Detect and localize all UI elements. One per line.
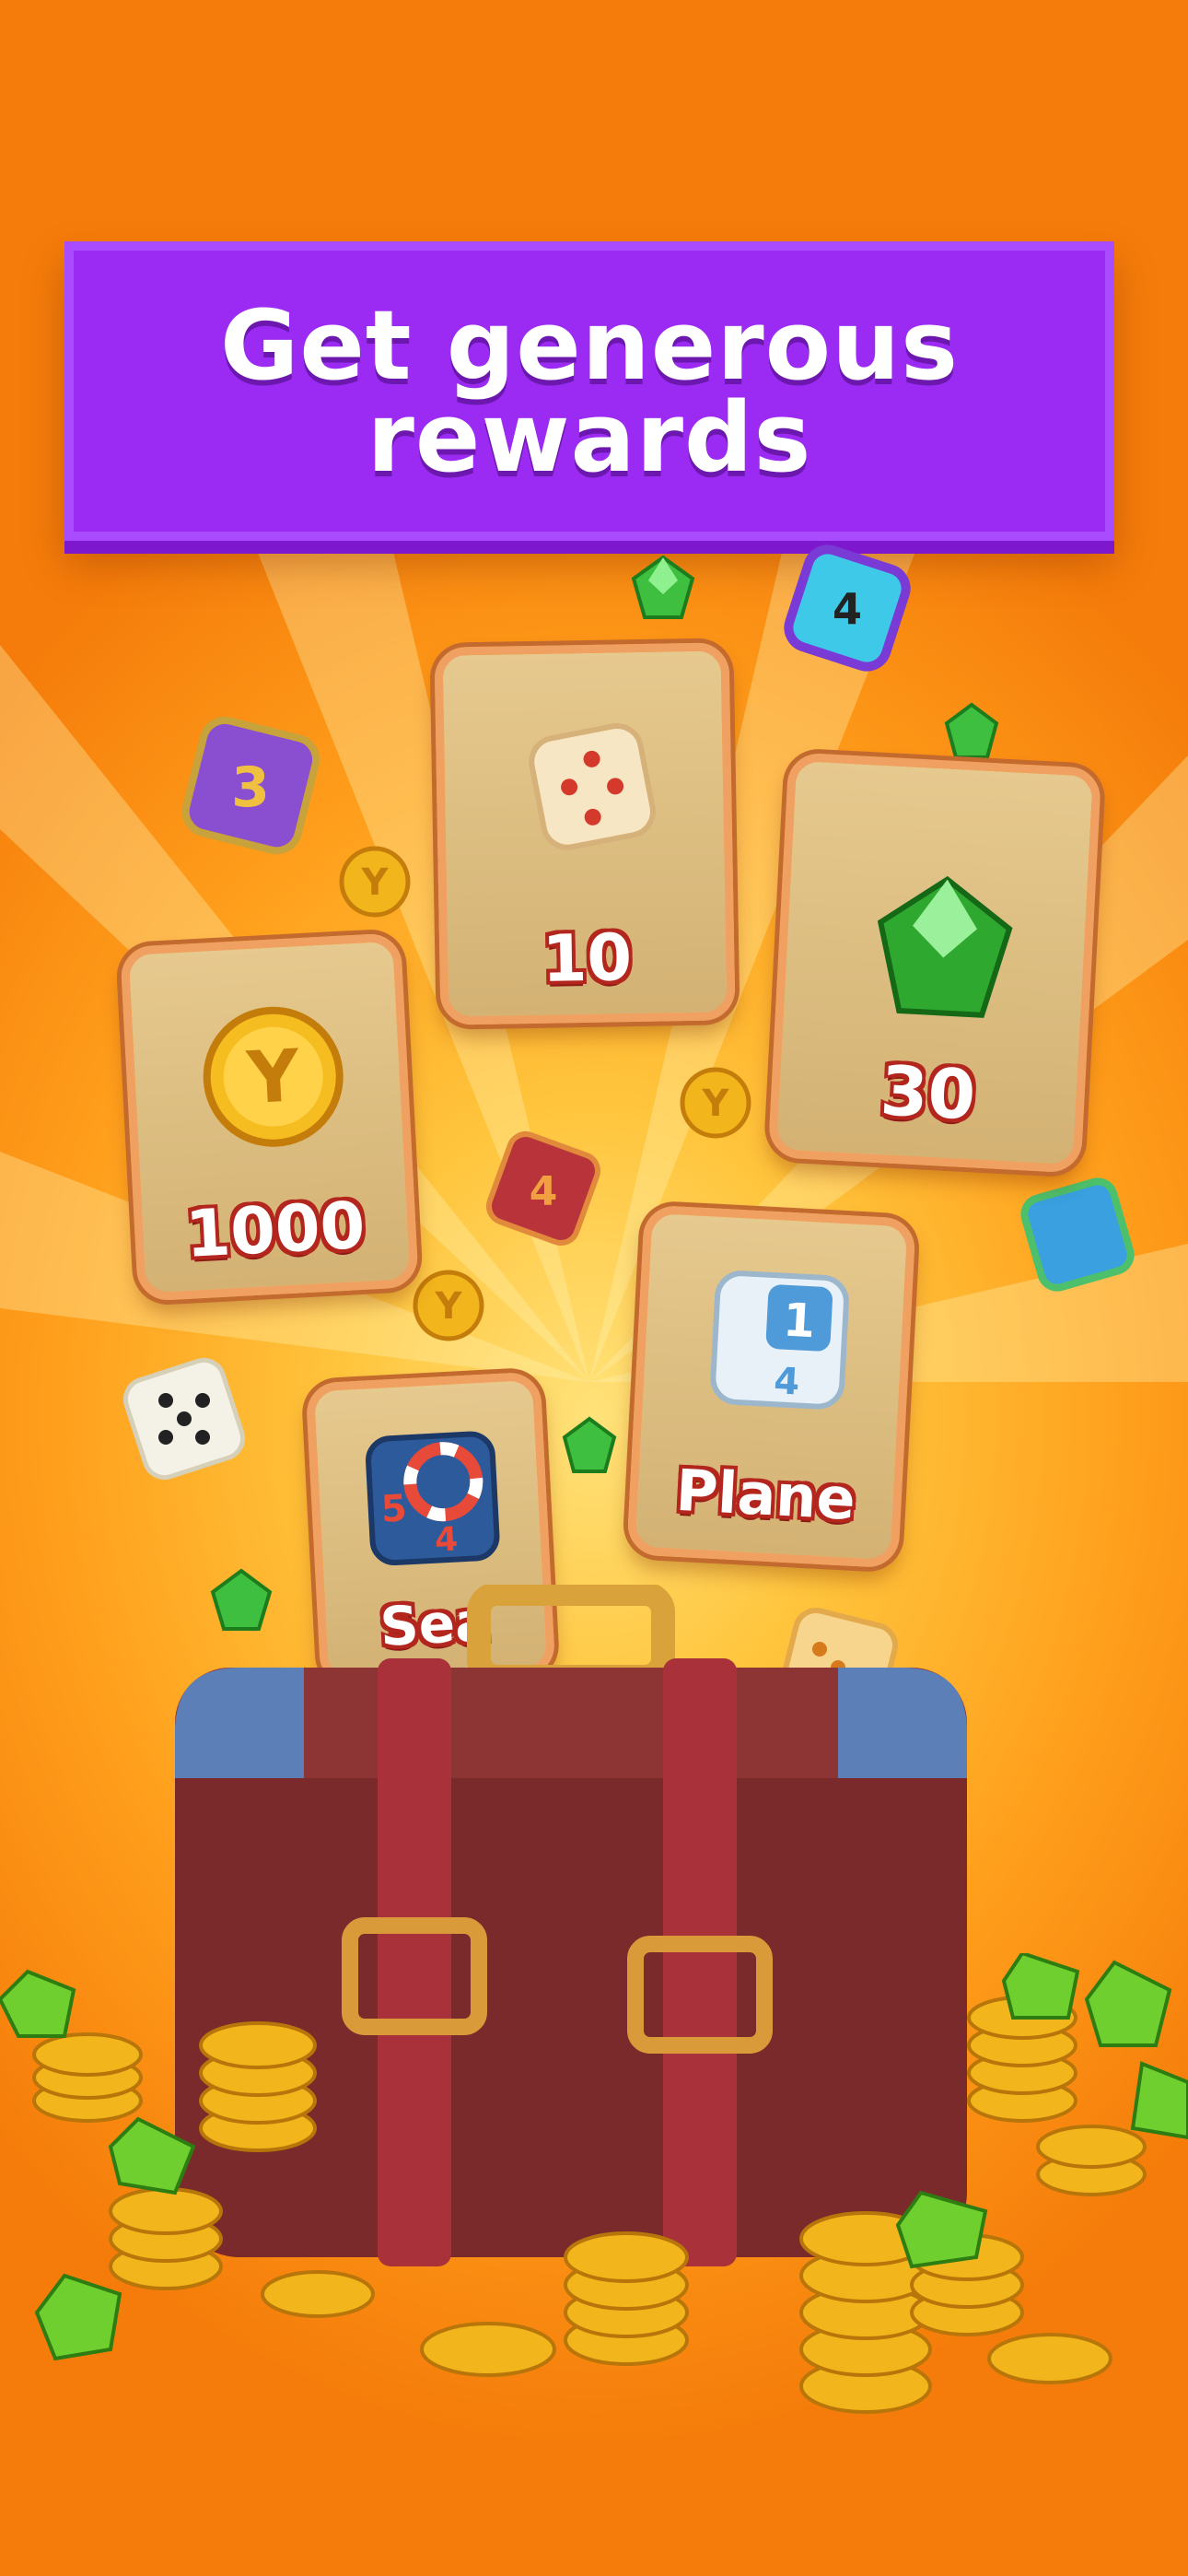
reward-label: 30	[878, 1051, 978, 1136]
dice-icon: 3	[181, 716, 320, 855]
svg-text:3: 3	[231, 755, 270, 820]
reward-label: 1000	[183, 1187, 367, 1272]
gem-icon	[944, 702, 999, 759]
plane-dice-icon: 1 4	[710, 1270, 849, 1410]
svg-text:Y: Y	[435, 1285, 463, 1328]
coin-icon: Y	[339, 846, 411, 918]
svg-text:4: 4	[773, 1360, 800, 1403]
dice-icon	[529, 722, 656, 850]
reward-label: 10	[541, 919, 633, 997]
gem-icon	[631, 555, 695, 619]
reward-card-coins: Y 1000	[120, 932, 419, 1302]
coin-icon: Y	[413, 1270, 484, 1341]
dice-icon	[1020, 1177, 1135, 1292]
svg-text:4: 4	[434, 1520, 459, 1559]
sea-dice-icon: 5 4	[366, 1431, 500, 1566]
gem-icon	[877, 875, 1013, 1018]
svg-text:Y: Y	[702, 1083, 730, 1125]
dice-icon: 4	[784, 544, 911, 672]
dice-icon	[122, 1357, 246, 1481]
promo-banner: Get generous rewards	[64, 241, 1114, 541]
reward-card-gems: 30	[767, 752, 1102, 1174]
svg-text:4: 4	[530, 1168, 558, 1215]
coin-icon: Y	[680, 1067, 751, 1139]
banner-title: Get generous rewards	[219, 288, 960, 494]
svg-text:Y: Y	[244, 1035, 303, 1120]
svg-text:5: 5	[380, 1487, 408, 1530]
svg-text:4: 4	[833, 584, 862, 634]
svg-text:1: 1	[782, 1294, 817, 1349]
reward-card-plane: 1 4 Plane	[626, 1204, 916, 1569]
dice-icon: 4	[485, 1130, 601, 1247]
reward-card-dice: 10	[434, 642, 736, 1025]
svg-text:Y: Y	[361, 861, 390, 904]
coin-icon: Y	[203, 1006, 344, 1147]
reward-label: Plane	[674, 1456, 857, 1533]
treasure-pile	[0, 1953, 1188, 2414]
gem-icon	[562, 1416, 617, 1473]
